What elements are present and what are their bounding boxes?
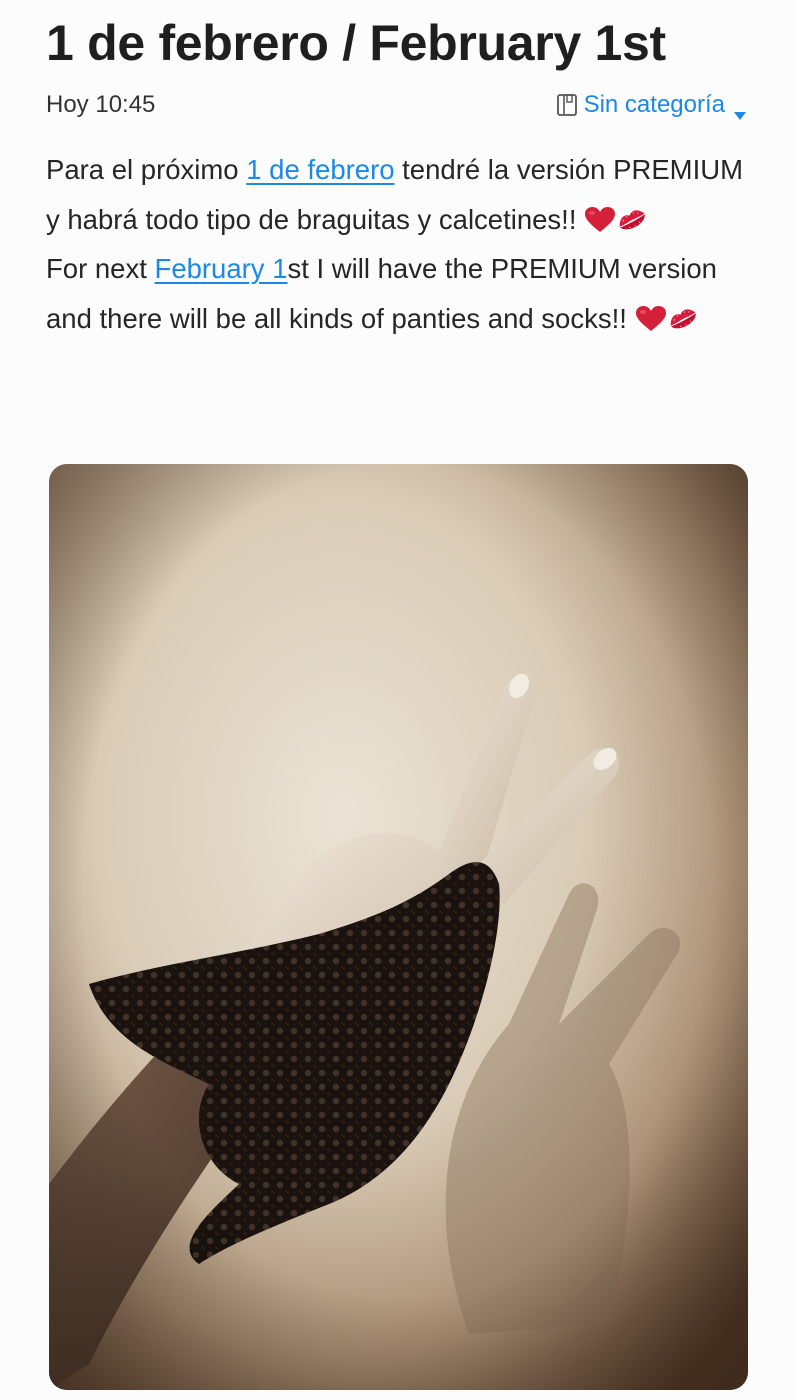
kiss-mark-emoji xyxy=(616,200,648,229)
post-photo[interactable] xyxy=(49,464,748,1390)
post-timestamp: Hoy 10:45 xyxy=(46,91,156,118)
category-label: Sin categoría xyxy=(583,91,725,118)
paragraph-english: For next February 1st I will have the PR… xyxy=(46,244,756,343)
paragraph-text: Para el próximo xyxy=(46,154,247,185)
kiss-mark-emoji xyxy=(667,299,699,328)
caret-down-icon xyxy=(733,100,747,120)
post-body: Para el próximo 1 de febrero tendré la v… xyxy=(46,145,756,343)
post-title: 1 de febrero / February 1st xyxy=(46,15,666,71)
post-page: 1 de febrero / February 1st Hoy 10:45 Si… xyxy=(0,0,797,1400)
heart-emoji xyxy=(584,200,616,232)
heart-emoji xyxy=(635,299,667,331)
paragraph-text: For next xyxy=(46,253,155,284)
date-link-english[interactable]: February 1 xyxy=(155,253,288,284)
paragraph-spanish: Para el próximo 1 de febrero tendré la v… xyxy=(46,145,756,244)
category-dropdown[interactable]: Sin categoría xyxy=(556,91,747,120)
notebook-icon xyxy=(556,93,578,117)
date-link-spanish[interactable]: 1 de febrero xyxy=(246,154,394,185)
